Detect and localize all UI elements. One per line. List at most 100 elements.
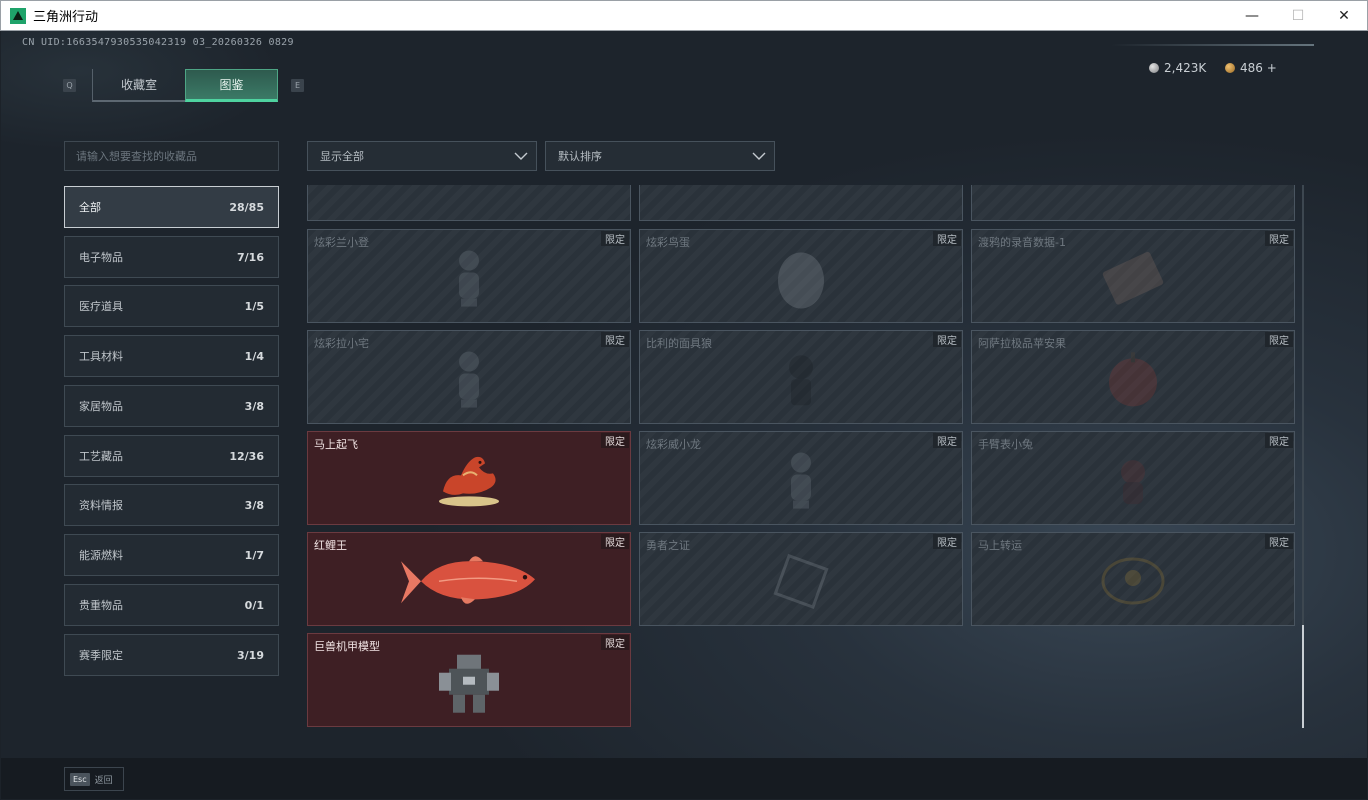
chevron-down-icon [514, 149, 528, 163]
item-card[interactable]: 红鲤王 限定 [307, 532, 631, 626]
mech-model-icon [439, 654, 499, 713]
item-card[interactable]: 炫彩拉小宅 限定 [307, 330, 631, 424]
limited-tag: 限定 [1265, 332, 1293, 347]
close-button[interactable]: ✕ [1321, 1, 1367, 31]
figurine-icon [459, 351, 479, 408]
rabbit-icon [1121, 460, 1145, 505]
item-card[interactable]: 渡鸦的录音数据-1 限定 [971, 229, 1295, 323]
category-count: 12/36 [229, 449, 264, 463]
display-filter-value: 显示全部 [320, 150, 364, 163]
prev-tab-key-hint[interactable]: Q [63, 79, 76, 92]
category-valuables[interactable]: 贵重物品 0/1 [64, 584, 279, 626]
category-electronics[interactable]: 电子物品 7/16 [64, 236, 279, 278]
currency-silver-value: 2,423K [1164, 61, 1207, 75]
window-titlebar: 三角洲行动 — ☐ ✕ [0, 0, 1368, 31]
item-card[interactable]: 马上转运 限定 [971, 532, 1295, 626]
figurine-icon [459, 250, 479, 307]
item-name: 勇者之证 [646, 539, 690, 552]
item-card[interactable]: 炫彩威小龙 限定 [639, 431, 963, 525]
item-card[interactable]: 勇者之证 限定 [639, 532, 963, 626]
window-title: 三角洲行动 [33, 10, 99, 25]
limited-tag: 限定 [601, 231, 629, 246]
item-card[interactable]: 手臂表小兔 限定 [971, 431, 1295, 525]
item-name: 渡鸦的录音数据-1 [978, 236, 1066, 249]
sort-dropdown[interactable]: 默认排序 [545, 141, 775, 171]
tab-codex[interactable]: 图鉴 [185, 69, 278, 102]
item-name: 手臂表小兔 [978, 438, 1033, 451]
minimize-button[interactable]: — [1229, 1, 1275, 31]
item-card[interactable]: 比利的面具狼 限定 [639, 330, 963, 424]
wolf-mask-icon [789, 355, 813, 406]
header-divider [1111, 44, 1314, 46]
app-logo-icon [10, 7, 26, 24]
item-name: 巨兽机甲模型 [314, 640, 380, 653]
limited-tag: 限定 [933, 534, 961, 549]
carp-fish-icon [401, 556, 535, 604]
category-medical[interactable]: 医疗道具 1/5 [64, 285, 279, 327]
category-label: 电子物品 [79, 251, 123, 264]
item-name: 比利的面具狼 [646, 337, 712, 350]
item-name: 炫彩拉小宅 [314, 337, 369, 350]
next-tab-key-hint[interactable]: E [291, 79, 304, 92]
category-tools[interactable]: 工具材料 1/4 [64, 335, 279, 377]
category-label: 能源燃料 [79, 549, 123, 562]
coin-plate-icon [1101, 557, 1165, 605]
category-label: 全部 [79, 201, 101, 214]
category-count: 1/4 [244, 349, 264, 363]
item-card[interactable]: 马上起飞 限定 [307, 431, 631, 525]
limited-tag: 限定 [933, 231, 961, 246]
category-fuel[interactable]: 能源燃料 1/7 [64, 534, 279, 576]
limited-tag: 限定 [933, 433, 961, 448]
limited-tag: 限定 [1265, 231, 1293, 246]
silver-coin-icon [1149, 63, 1159, 73]
category-household[interactable]: 家居物品 3/8 [64, 385, 279, 427]
badge-icon [773, 553, 829, 609]
category-intel[interactable]: 资料情报 3/8 [64, 484, 279, 526]
grid-scrollbar[interactable] [1302, 185, 1304, 728]
currency-gold-value: 486 + [1240, 61, 1277, 75]
item-name: 红鲤王 [314, 539, 347, 552]
category-label: 资料情报 [79, 499, 123, 512]
item-name: 炫彩鸟蛋 [646, 236, 690, 249]
item-name: 马上转运 [978, 539, 1022, 552]
category-count: 3/8 [244, 399, 264, 413]
egg-icon [778, 252, 824, 309]
category-count: 1/7 [244, 548, 264, 562]
limited-tag: 限定 [933, 332, 961, 347]
category-label: 医疗道具 [79, 300, 123, 313]
item-card[interactable]: 巨兽机甲模型 限定 [307, 633, 631, 727]
item-name: 炫彩兰小登 [314, 236, 369, 249]
item-card[interactable]: 炫彩兰小登 限定 [307, 229, 631, 323]
category-label: 贵重物品 [79, 599, 123, 612]
item-card[interactable]: 阿萨拉极品苹安果 限定 [971, 330, 1295, 424]
limited-tag: 限定 [1265, 534, 1293, 549]
item-name: 马上起飞 [314, 438, 358, 451]
category-all[interactable]: 全部 28/85 [64, 186, 279, 228]
back-button[interactable]: Esc 返回 [64, 767, 124, 791]
limited-tag: 限定 [601, 635, 629, 650]
footer-bar: Esc 返回 [1, 758, 1367, 799]
limited-tag: 限定 [601, 534, 629, 549]
tab-collection-room[interactable]: 收藏室 [92, 69, 185, 102]
item-card-partial[interactable] [971, 185, 1295, 221]
item-card[interactable]: 炫彩鸟蛋 限定 [639, 229, 963, 323]
category-label: 工艺藏品 [79, 450, 123, 463]
display-filter-dropdown[interactable]: 显示全部 [307, 141, 537, 171]
game-viewport: CN UID:1663547930535042319 03_20260326 0… [1, 31, 1367, 799]
item-card-partial[interactable] [307, 185, 631, 221]
search-input[interactable] [64, 141, 279, 171]
category-season-limited[interactable]: 赛季限定 3/19 [64, 634, 279, 676]
gold-coin-icon [1225, 63, 1235, 73]
player-uid: CN UID:1663547930535042319 03_20260326 0… [22, 37, 294, 48]
category-count: 3/19 [237, 648, 264, 662]
item-card-partial[interactable] [639, 185, 963, 221]
currency-gold[interactable]: 486 + [1225, 61, 1277, 75]
currency-silver: 2,423K [1149, 61, 1206, 75]
item-name: 炫彩威小龙 [646, 438, 701, 451]
maximize-button[interactable]: ☐ [1275, 1, 1321, 31]
category-count: 3/8 [244, 498, 264, 512]
category-crafts[interactable]: 工艺藏品 12/36 [64, 435, 279, 477]
category-label: 工具材料 [79, 350, 123, 363]
category-label: 家居物品 [79, 400, 123, 413]
scrollbar-thumb[interactable] [1302, 625, 1304, 728]
